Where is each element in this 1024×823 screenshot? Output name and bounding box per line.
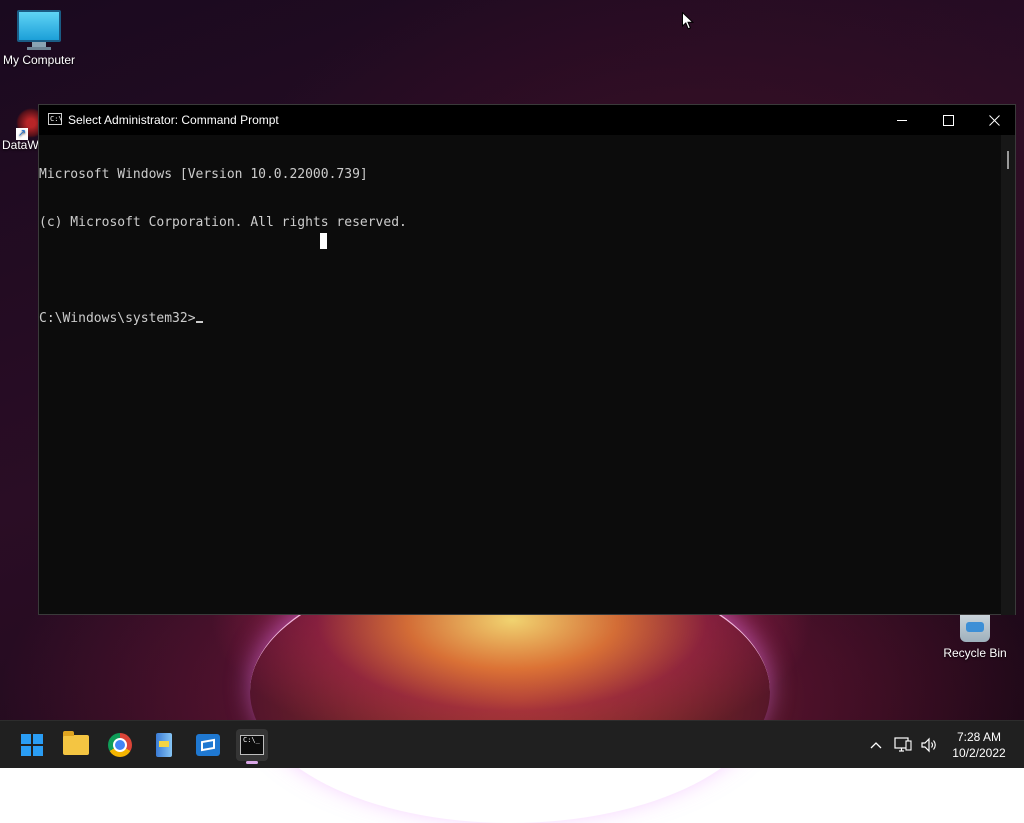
desktop-icon-label: My Computer xyxy=(2,53,76,67)
scrollbar-thumb[interactable] xyxy=(1007,151,1009,169)
active-app-indicator xyxy=(246,761,258,764)
taskbar-clock[interactable]: 7:28 AM 10/2/2022 xyxy=(944,729,1014,761)
desktop-icon-label: DataW xyxy=(2,138,39,152)
chrome-icon xyxy=(108,733,132,757)
command-prompt-icon: C:\_ xyxy=(240,735,264,755)
taskbar-winrar[interactable] xyxy=(148,729,180,761)
desktop-icon-my-computer[interactable]: My Computer xyxy=(0,10,81,67)
console-caret xyxy=(195,321,203,323)
desktop-icon-label: Recycle Bin xyxy=(943,646,1007,660)
speaker-icon xyxy=(921,737,936,753)
clock-time: 7:28 AM xyxy=(956,730,1002,744)
clock-date: 10/2/2022 xyxy=(952,746,1006,760)
recycle-bin-icon xyxy=(960,612,990,642)
close-button[interactable] xyxy=(971,105,1017,135)
vertical-scrollbar[interactable] xyxy=(1001,135,1015,615)
chevron-up-icon xyxy=(870,742,882,749)
console-prompt: C:\Windows\system32> xyxy=(39,311,196,326)
maximize-button[interactable] xyxy=(925,105,971,135)
minimize-icon xyxy=(897,119,907,121)
mouse-pointer-icon xyxy=(682,12,694,30)
shortcut-arrow-icon: ↗ xyxy=(16,128,28,140)
maximize-icon xyxy=(942,114,954,126)
start-icon xyxy=(21,734,43,756)
store-icon xyxy=(196,734,220,756)
winrar-icon xyxy=(156,733,172,757)
console-output[interactable]: Microsoft Windows [Version 10.0.22000.73… xyxy=(39,135,1001,615)
close-icon xyxy=(988,114,1000,126)
command-prompt-icon: C:\ xyxy=(48,113,63,125)
command-prompt-window[interactable]: C:\ Select Administrator: Command Prompt… xyxy=(38,104,1016,615)
window-titlebar[interactable]: C:\ Select Administrator: Command Prompt xyxy=(39,105,1015,135)
window-title: Select Administrator: Command Prompt xyxy=(68,113,279,127)
console-line: (c) Microsoft Corporation. All rights re… xyxy=(39,215,407,230)
show-hidden-icons-button[interactable] xyxy=(866,721,886,769)
volume-button[interactable] xyxy=(918,721,940,769)
file-explorer-icon xyxy=(63,731,89,755)
taskbar-store[interactable] xyxy=(192,729,224,761)
taskbar-chrome[interactable] xyxy=(104,729,136,761)
minimize-button[interactable] xyxy=(879,105,925,135)
desktop-icon-recycle-bin[interactable]: Recycle Bin xyxy=(933,612,1017,660)
network-button[interactable] xyxy=(892,721,914,769)
console-prompt-line[interactable]: C:\Windows\system32> xyxy=(39,311,1001,327)
text-selection-cursor xyxy=(320,233,327,249)
computer-icon xyxy=(0,10,81,50)
taskbar-command-prompt[interactable]: C:\_ xyxy=(236,729,268,764)
taskbar: C:\_ 7:28 AM 10/2/2022 xyxy=(0,720,1024,768)
start-button[interactable] xyxy=(16,729,48,761)
network-icon xyxy=(894,737,912,752)
taskbar-file-explorer[interactable] xyxy=(60,729,92,761)
console-line: Microsoft Windows [Version 10.0.22000.73… xyxy=(39,167,368,182)
